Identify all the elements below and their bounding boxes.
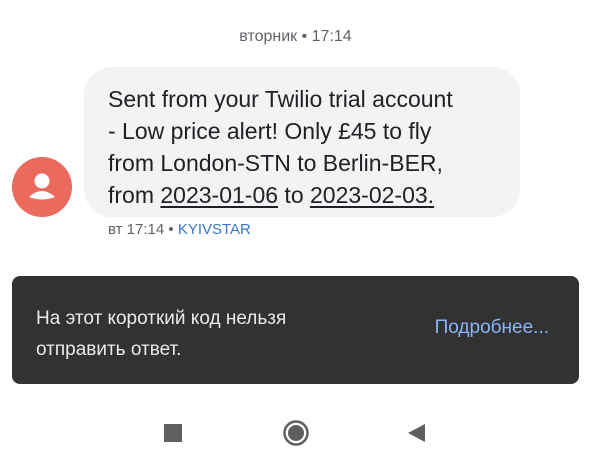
message-line: Sent from your Twilio trial account	[108, 86, 453, 112]
navigation-bar	[0, 398, 591, 467]
home-circle-icon	[283, 419, 309, 446]
message-meta: вт 17:14 • KYIVSTAR	[108, 221, 251, 238]
recents-square-icon	[164, 423, 182, 442]
snackbar: На этот короткий код нельзя отправить от…	[12, 276, 579, 384]
back-button[interactable]	[386, 398, 446, 467]
snackbar-line: отправить ответ.	[36, 339, 182, 360]
meta-separator: •	[164, 221, 178, 238]
person-icon	[29, 173, 55, 200]
carrier-label: KYIVSTAR	[177, 221, 251, 238]
message-line: from London-STN to Berlin-BER,	[108, 150, 443, 176]
message-time: вт 17:14	[108, 221, 165, 238]
messages-screen: вторник • 17:14 Sent from your Twilio tr…	[0, 0, 591, 467]
contact-avatar[interactable]	[12, 157, 72, 217]
message-line: - Low price alert! Only £45 to fly	[108, 118, 432, 144]
message-line: from 2023-01-06 to 2023-02-03.	[108, 179, 500, 211]
snackbar-line: На этот короткий код нельзя	[36, 308, 287, 329]
snackbar-message: На этот короткий код нельзя отправить от…	[36, 303, 286, 365]
message-text: .	[427, 182, 435, 208]
message-bubble[interactable]: Sent from your Twilio trial account - Lo…	[84, 67, 520, 217]
date-header: вторник • 17:14	[239, 28, 352, 45]
recents-button[interactable]	[143, 398, 203, 467]
date-link-end[interactable]: 2023-02-03	[310, 182, 428, 208]
message-text: from	[108, 182, 161, 208]
back-triangle-icon	[408, 423, 425, 442]
learn-more-button[interactable]: Подробнее...	[435, 317, 549, 339]
date-link-start[interactable]: 2023-01-06	[160, 182, 278, 208]
home-button[interactable]	[266, 398, 326, 467]
message-text: to	[278, 182, 311, 208]
